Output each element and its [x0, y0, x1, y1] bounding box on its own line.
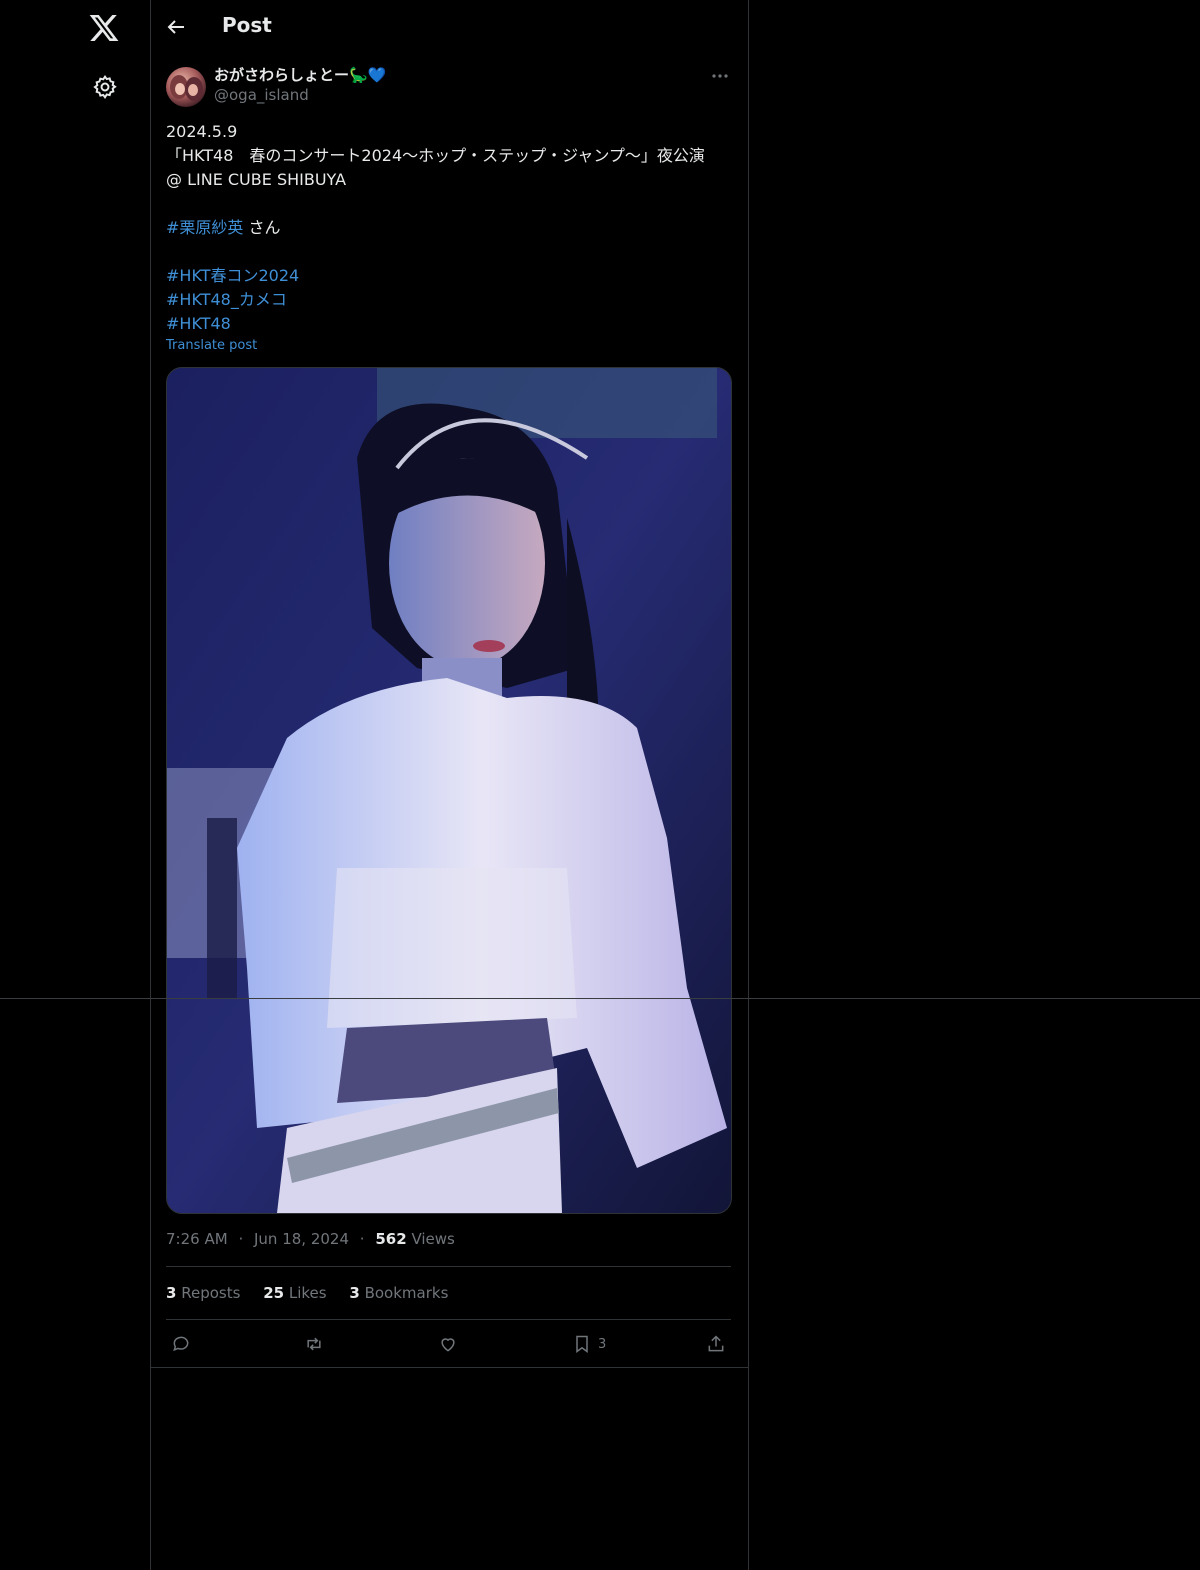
post-text-line: 2024.5.9 [166, 122, 238, 141]
like-icon [441, 1338, 455, 1352]
bookmark-button[interactable]: 3 [572, 1330, 606, 1358]
post-text: 2024.5.9 「HKT48 春のコンサート2024〜ホップ・ステップ・ジャン… [166, 120, 732, 336]
translate-post-link[interactable]: Translate post [166, 338, 257, 353]
mention-suffix: さん [243, 218, 281, 237]
post-date[interactable]: Jun 18, 2024 [254, 1230, 349, 1248]
engagement-stats: 3 Reposts 25 Likes 3 Bookmarks [166, 1284, 466, 1302]
reposts-label: Reposts [181, 1284, 241, 1302]
concert-photo-illustration [167, 368, 731, 1213]
reposts-stat[interactable]: 3 Reposts [166, 1284, 240, 1302]
page-title: Post [222, 13, 272, 37]
avatar[interactable] [166, 67, 206, 107]
likes-stat[interactable]: 25 Likes [263, 1284, 326, 1302]
action-bar: 3 [150, 1330, 748, 1358]
post-text-line: @ LINE CUBE SHIBUYA [166, 170, 347, 189]
bookmarks-stat[interactable]: 3 Bookmarks [349, 1284, 448, 1302]
repost-button[interactable] [304, 1330, 324, 1358]
divider [166, 1266, 731, 1267]
bookmarks-count: 3 [349, 1284, 360, 1302]
settings-icon[interactable] [92, 74, 118, 100]
views-count: 562 [375, 1230, 407, 1248]
views-label: Views [411, 1230, 455, 1248]
separator: · [359, 1230, 365, 1248]
post-column: Post おがさわらしょとー🦕💙 @oga_island 2024.5.9 「H… [150, 0, 749, 1570]
post-header: Post [150, 0, 748, 54]
hashtag-link[interactable]: #HKT48 [166, 314, 231, 333]
hashtag-link[interactable]: #HKT春コン2024 [166, 266, 299, 285]
bookmarks-label: Bookmarks [364, 1284, 449, 1302]
bookmark-count: 3 [598, 1336, 607, 1352]
author-handle[interactable]: @oga_island [214, 86, 309, 104]
mention-line: #栗原紗英 さん [166, 216, 732, 240]
divider [150, 1367, 748, 1368]
repost-icon [307, 1337, 321, 1351]
back-arrow-icon[interactable] [164, 15, 188, 39]
author-display-name[interactable]: おがさわらしょとー🦕💙 [214, 64, 386, 85]
reply-button[interactable] [171, 1330, 191, 1358]
separator: · [238, 1230, 244, 1248]
post-time[interactable]: 7:26 AM [166, 1230, 228, 1248]
reply-icon [173, 1336, 189, 1352]
left-nav-rail [0, 0, 151, 1570]
horizontal-guide-line [0, 998, 1200, 999]
post-photo[interactable] [166, 367, 732, 1214]
hashtag-link[interactable]: #栗原紗英 [166, 218, 243, 237]
avatar-photo [170, 75, 203, 101]
x-logo-icon[interactable] [88, 12, 120, 44]
more-icon[interactable] [710, 66, 730, 86]
hashtag-link[interactable]: #HKT48_カメコ [166, 290, 287, 309]
bookmark-icon [576, 1335, 588, 1353]
share-button[interactable] [706, 1330, 726, 1358]
reposts-count: 3 [166, 1284, 177, 1302]
share-icon [708, 1335, 724, 1352]
post-meta: 7:26 AM · Jun 18, 2024 · 562 Views [166, 1230, 455, 1248]
likes-label: Likes [288, 1284, 327, 1302]
post-text-line: 「HKT48 春のコンサート2024〜ホップ・ステップ・ジャンプ〜」夜公演 [166, 146, 705, 165]
likes-count: 25 [263, 1284, 285, 1302]
divider [166, 1319, 731, 1320]
like-button[interactable] [438, 1330, 458, 1358]
